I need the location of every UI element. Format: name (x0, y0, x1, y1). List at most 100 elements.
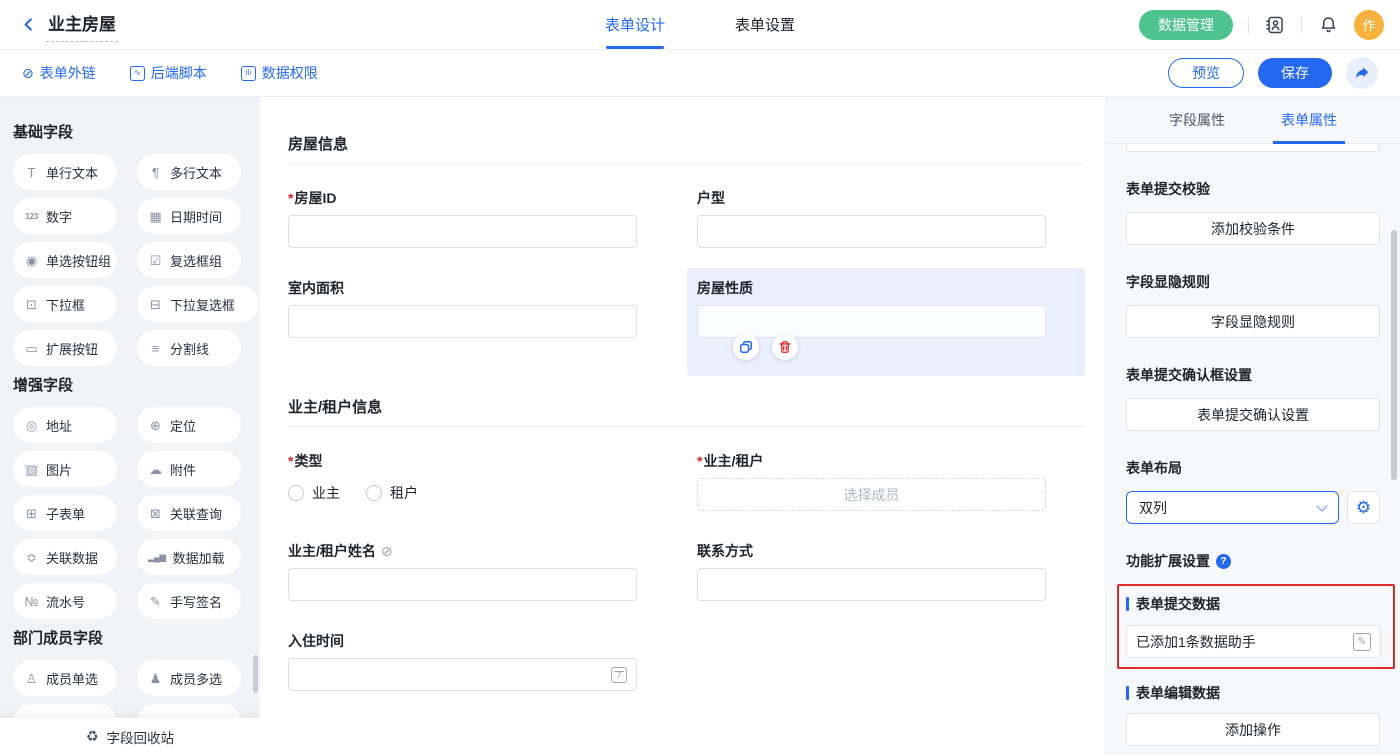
radio-option-owner[interactable]: 业主 (288, 483, 340, 503)
field-item-multi-line-text[interactable]: ¶ 多行文本 (137, 154, 241, 190)
required-mark: * (288, 453, 293, 469)
checkbox-group-icon: ☑ (148, 254, 163, 267)
radio-option-tenant[interactable]: 租户 (366, 483, 418, 503)
add-operation-button-edit[interactable]: 添加操作 (1126, 713, 1380, 746)
confirm-settings-button[interactable]: 表单提交确认设置 (1126, 398, 1380, 431)
header-tabs: 表单设计 表单设置 (605, 0, 795, 49)
external-link-label: 表单外链 (40, 63, 96, 83)
copy-field-button[interactable] (733, 334, 759, 360)
field-item-single-line-text[interactable]: T 单行文本 (13, 154, 117, 190)
form-design-canvas: 房屋信息 * 房屋ID 户型 (260, 97, 1105, 755)
toolbar-links: ⊘ 表单外链 ∿ 后端脚本 ılı 数据权限 (22, 63, 318, 83)
field-owner-name[interactable]: 业主/租户姓名 ⊘ (288, 543, 637, 601)
preview-button[interactable]: 预览 (1168, 58, 1244, 88)
tab-field-properties[interactable]: 字段属性 (1169, 97, 1225, 143)
save-button[interactable]: 保存 (1258, 58, 1332, 88)
subgroup-title-submit-data: 表单提交数据 (1126, 594, 1381, 614)
field-item-address[interactable]: ◎ 地址 (13, 407, 117, 443)
field-item-datetime[interactable]: ▦ 日期时间 (137, 198, 241, 234)
field-owner-tenant[interactable]: * 业主/租户 选择成员 (697, 453, 1046, 511)
multi-line-text-icon: ¶ (148, 166, 163, 179)
external-link-item[interactable]: ⊘ 表单外链 (22, 63, 96, 83)
calendar-icon: 7 (611, 667, 627, 683)
data-permission-label: 数据权限 (262, 63, 318, 83)
backend-script-item[interactable]: ∿ 后端脚本 (130, 63, 207, 83)
field-house-nature-selected[interactable]: 房屋性质 (697, 280, 1046, 364)
data-assistant-item[interactable]: 已添加1条数据助手 ✎ (1126, 625, 1381, 658)
field-item-subform[interactable]: ⊞ 子表单 (13, 495, 117, 531)
data-manage-button[interactable]: 数据管理 (1139, 10, 1233, 40)
text-input[interactable] (288, 568, 637, 601)
share-button[interactable] (1346, 57, 1378, 89)
layout-select-value: 双列 (1139, 498, 1167, 518)
field-recycle-bin[interactable]: ♻ 字段回收站 (0, 718, 260, 755)
field-checkin-time[interactable]: 入住时间 7 (288, 633, 637, 691)
visibility-rules-button[interactable]: 字段显隐规则 (1126, 305, 1380, 338)
field-item-radio-group[interactable]: ◉ 单选按钮组 (13, 242, 117, 278)
field-type-radio[interactable]: * 类型 业主 租户 (288, 453, 637, 511)
data-permission-item[interactable]: ılı 数据权限 (241, 63, 318, 83)
field-item-data-load[interactable]: ▂▄▆ 数据加载 (137, 539, 241, 575)
sidebar-scrollbar[interactable] (253, 655, 258, 693)
field-house-id[interactable]: * 房屋ID (288, 190, 637, 248)
text-input[interactable] (697, 215, 1046, 248)
field-contact[interactable]: 联系方式 (697, 543, 1046, 601)
field-item-member-single[interactable]: ♙ 成员单选 (13, 660, 117, 696)
blue-bar-icon (1126, 686, 1129, 700)
add-validation-button[interactable]: 添加校验条件 (1126, 212, 1380, 245)
tab-form-settings[interactable]: 表单设置 (735, 0, 795, 49)
divider (1248, 17, 1249, 33)
field-item-related-data[interactable]: ≎ 关联数据 (13, 539, 117, 575)
field-item-member-multi[interactable]: ♟ 成员多选 (137, 660, 241, 696)
field-item-attachment[interactable]: ☁ 附件 (137, 451, 241, 487)
form-title[interactable]: 业主房屋 (46, 8, 118, 42)
bell-icon[interactable] (1317, 14, 1339, 36)
field-item-divider-line[interactable]: ≡ 分割线 (137, 330, 241, 366)
number-icon: 123 (24, 212, 39, 221)
field-item-checkbox-group[interactable]: ☑ 复选框组 (137, 242, 241, 278)
back-chevron-icon[interactable] (16, 13, 40, 37)
edit-pencil-icon[interactable]: ✎ (1353, 633, 1371, 651)
related-query-icon: ⊠ (148, 507, 163, 520)
field-item-signature[interactable]: ✎ 手写签名 (137, 583, 241, 619)
layout-settings-button[interactable]: ⚙ (1347, 491, 1380, 524)
field-item-location[interactable]: ⊕ 定位 (137, 407, 241, 443)
field-house-type[interactable]: 户型 (697, 190, 1046, 248)
field-item-serial-number[interactable]: № 流水号 (13, 583, 117, 619)
group-title-submit-validation: 表单提交校验 (1126, 179, 1380, 199)
location-target-icon: ⊕ (148, 419, 163, 432)
tab-form-properties[interactable]: 表单属性 (1281, 97, 1337, 143)
required-mark: * (288, 190, 293, 206)
recycle-bin-label: 字段回收站 (107, 727, 175, 747)
red-annotation-box: 表单提交数据 已添加1条数据助手 ✎ (1117, 584, 1395, 669)
panel-partial-control (1126, 144, 1380, 152)
text-input[interactable] (288, 215, 637, 248)
eye-off-icon: ⊘ (381, 543, 393, 559)
group-title-visibility-rules: 字段显隐规则 (1126, 272, 1380, 292)
group-title-confirm-box: 表单提交确认框设置 (1126, 365, 1380, 385)
member-picker[interactable]: 选择成员 (697, 478, 1046, 511)
date-input[interactable]: 7 (288, 658, 637, 691)
help-icon[interactable]: ? (1216, 554, 1231, 569)
text-input[interactable] (697, 568, 1046, 601)
field-label: * 房屋ID (288, 190, 637, 206)
user-avatar[interactable]: 作 (1354, 10, 1384, 40)
link-icon: ⊘ (22, 66, 34, 80)
field-item-related-query[interactable]: ⊠ 关联查询 (137, 495, 241, 531)
text-input[interactable] (288, 305, 637, 338)
related-data-icon: ≎ (24, 551, 39, 564)
tab-form-design[interactable]: 表单设计 (605, 0, 665, 49)
field-item-extend-button[interactable]: ▭ 扩展按钮 (13, 330, 117, 366)
panel-scrollbar[interactable] (1391, 230, 1397, 480)
delete-field-button[interactable] (772, 334, 798, 360)
field-indoor-area[interactable]: 室内面积 (288, 280, 637, 364)
field-label: * 业主/租户 (697, 453, 1046, 469)
field-item-image[interactable]: ▧ 图片 (13, 451, 117, 487)
layout-select[interactable]: 双列 (1126, 491, 1339, 524)
field-item-dropdown-multi[interactable]: ⊟ 下拉复选框 (137, 286, 259, 322)
radio-group-icon: ◉ (24, 254, 39, 267)
field-item-dropdown[interactable]: ⊡ 下拉框 (13, 286, 117, 322)
toolbar-actions: 预览 保存 (1168, 57, 1378, 89)
contacts-icon[interactable] (1264, 14, 1286, 36)
field-item-number[interactable]: 123 数字 (13, 198, 117, 234)
